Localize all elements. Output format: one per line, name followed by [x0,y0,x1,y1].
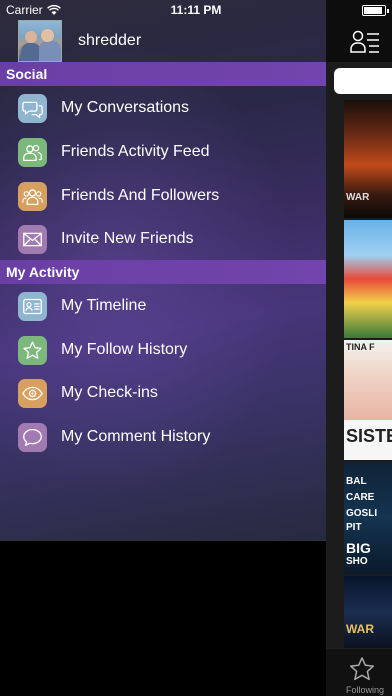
avatar[interactable] [18,20,62,62]
main-screen-peek[interactable]: WAR TINA F SISTE BAL CARE GOSLI PIT BIG … [326,0,392,696]
username: shredder [78,32,142,49]
speech-bubble-icon [18,422,47,452]
poster-text: CARE [346,492,375,503]
bottom-tab-bar: Following [326,648,392,696]
menu-label: Friends And Followers [61,187,220,204]
poster-text: SHO [346,556,368,567]
search-input[interactable] [334,68,392,94]
side-drawer: shredder Social My Conversations Friends… [0,0,326,540]
status-time: 11:11 PM [170,3,222,17]
star-icon [18,335,47,365]
poster-text: WAR [346,622,374,636]
menu-item-my-conversations[interactable]: My Conversations [0,86,326,130]
following-star-icon[interactable] [348,655,376,683]
menu-label: Invite New Friends [61,230,194,247]
poster-text: TINA F [346,342,375,352]
angry-birds-poster[interactable] [344,220,392,338]
poster-text: WAR [346,192,370,203]
envelope-icon [18,224,47,254]
star-wars-poster[interactable]: WAR [344,100,392,218]
sisters-poster-title[interactable]: SISTE [344,420,392,460]
menu-item-friends-and-followers[interactable]: Friends And Followers [0,174,326,218]
conversations-icon [18,93,47,123]
drawer-footer [0,540,326,696]
menu-item-invite-new-friends[interactable]: Invite New Friends [0,217,326,261]
menu-label: My Conversations [61,99,190,116]
group-icon [18,181,47,211]
menu-label: My Comment History [61,428,211,445]
poster-text: PIT [346,522,362,533]
big-short-poster[interactable]: BAL CARE GOSLI PIT BIG SHO [344,462,392,574]
menu-label: My Check-ins [61,384,158,401]
menu-item-my-follow-history[interactable]: My Follow History [0,328,326,372]
section-header-my-activity: My Activity [0,260,326,284]
menu-label: My Timeline [61,297,147,314]
eye-icon [18,378,47,408]
tab-following[interactable]: Following [346,685,384,695]
timeline-card-icon [18,291,47,321]
profile-row[interactable]: shredder [0,20,326,62]
poster-text: BIG [346,540,371,556]
star-wars-poster-2[interactable]: WAR [344,576,392,648]
section-header-social: Social [0,62,326,86]
poster-text: GOSLI [346,508,378,519]
menu-label: My Follow History [61,341,188,358]
friends-icon [18,137,47,167]
menu-item-my-timeline[interactable]: My Timeline [0,284,326,328]
contacts-list-icon[interactable] [350,28,380,54]
poster-text: SISTE [346,426,392,446]
battery-icon [362,5,389,16]
status-bar: Carrier 11:11 PM [0,0,392,20]
sisters-poster[interactable]: TINA F [344,340,392,420]
menu-item-my-check-ins[interactable]: My Check-ins [0,371,326,415]
poster-text: BAL [346,476,367,487]
menu-label: Friends Activity Feed [61,143,210,160]
menu-item-friends-activity-feed[interactable]: Friends Activity Feed [0,130,326,174]
menu-item-my-comment-history[interactable]: My Comment History [0,415,326,459]
